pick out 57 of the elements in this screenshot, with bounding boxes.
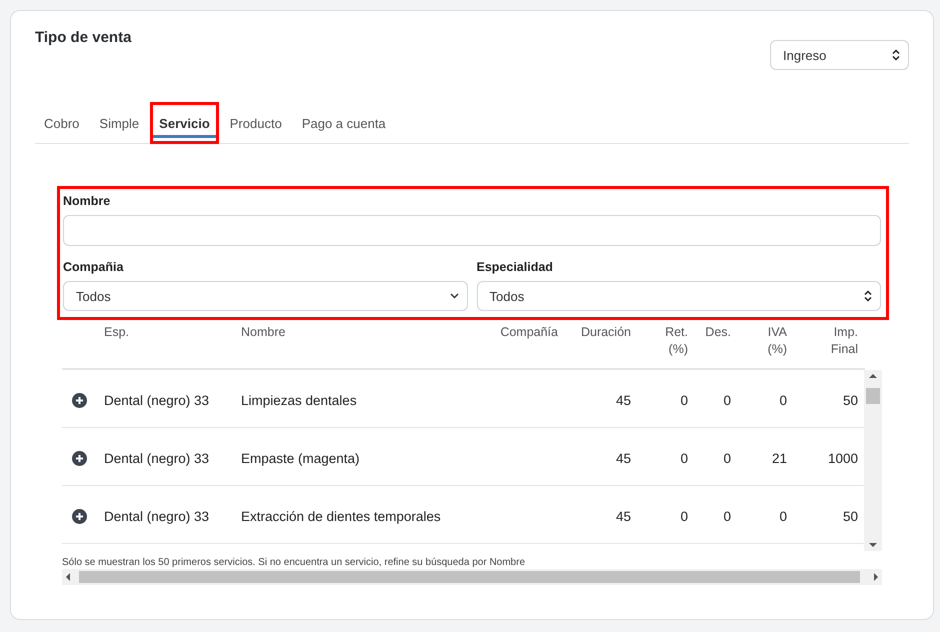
table-cell: 45: [616, 393, 631, 408]
scrollbar-thumb[interactable]: [79, 571, 860, 583]
updown-caret-icon: [864, 290, 872, 302]
scroll-down-icon[interactable]: [869, 541, 877, 549]
chevron-down-icon: [450, 293, 458, 299]
column-header: Duración: [580, 324, 631, 341]
table-cell: 50: [842, 393, 858, 408]
type-select[interactable]: Ingreso: [770, 40, 909, 70]
table-cell: Empaste (magenta): [241, 451, 360, 466]
plus-circle-icon[interactable]: [72, 393, 87, 408]
scrollbar-thumb[interactable]: [866, 388, 880, 404]
field-label: Compañia: [63, 260, 124, 274]
table-cell: 21: [772, 451, 787, 466]
vertical-scrollbar[interactable]: [864, 370, 882, 551]
tab[interactable]: Cobro: [35, 102, 88, 144]
column-header: Compañía: [500, 324, 558, 341]
table-cell: 0: [680, 509, 688, 524]
updown-caret-icon: [892, 49, 900, 61]
plus-circle-icon[interactable]: [72, 451, 87, 466]
column-header: Nombre: [241, 324, 286, 341]
table-cell: 0: [680, 393, 688, 408]
table-cell: 45: [616, 451, 631, 466]
column-header: Imp. Final: [830, 324, 858, 358]
tab[interactable]: Producto: [220, 102, 291, 144]
table-cell: 0: [723, 451, 731, 466]
column-header: Ret. (%): [665, 324, 688, 358]
column-header: Des.: [705, 324, 731, 341]
results-note: Sólo se muestran los 50 primeros servicios. Si no encuentra un servicio, refine su búsqueda por Nombre: [62, 557, 526, 568]
company-select[interactable]: Todos: [63, 281, 468, 311]
tab[interactable]: Pago a cuenta: [292, 102, 395, 144]
field-label: Nombre: [63, 194, 112, 208]
specialty-select[interactable]: Todos: [476, 281, 881, 311]
table-cell: 1000: [828, 451, 858, 466]
horizontal-scrollbar[interactable]: [62, 569, 882, 585]
table-cell: Dental (negro) 33: [104, 393, 210, 408]
table-cell: 0: [723, 393, 731, 408]
column-header: IVA (%): [768, 324, 787, 358]
scroll-left-icon[interactable]: [64, 573, 72, 581]
tab[interactable]: Simple: [90, 102, 148, 144]
table-cell: Limpiezas dentales: [241, 393, 357, 408]
table-cell: Extracción de dientes temporales: [241, 509, 441, 524]
table-cell: 45: [616, 509, 631, 524]
scroll-up-icon[interactable]: [869, 372, 877, 380]
table-cell: 0: [779, 393, 787, 408]
scroll-right-icon[interactable]: [872, 573, 880, 581]
name-input-field[interactable]: [63, 215, 881, 246]
field-label: Especialidad: [476, 260, 554, 274]
plus-circle-icon[interactable]: [72, 509, 87, 524]
table-cell: 0: [723, 509, 731, 524]
table-cell: 50: [842, 509, 858, 524]
section-title: Tipo de venta: [35, 29, 132, 46]
table-cell: Dental (negro) 33: [104, 451, 210, 466]
tab[interactable]: Servicio: [150, 102, 219, 144]
table-cell: 0: [779, 509, 787, 524]
table-cell: Dental (negro) 33: [104, 509, 210, 524]
table-cell: 0: [680, 451, 688, 466]
column-header: Esp.: [104, 324, 130, 341]
